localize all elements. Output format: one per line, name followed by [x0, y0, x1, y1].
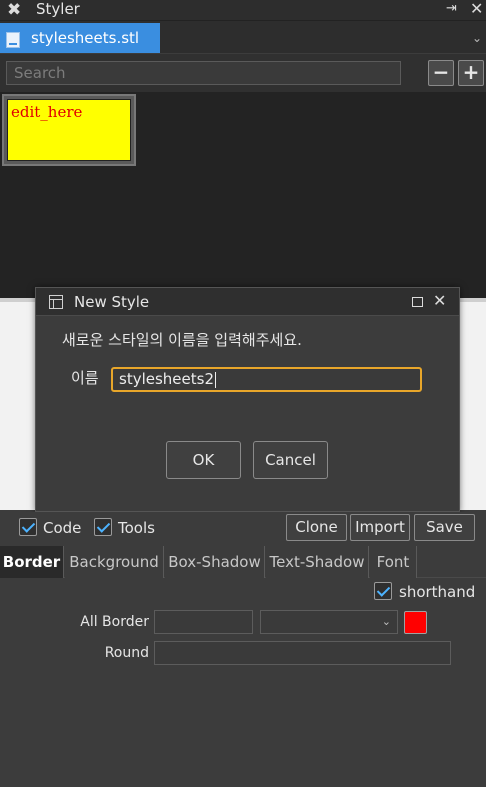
save-button[interactable]: Save — [414, 514, 475, 541]
close-icon[interactable]: ✕ — [433, 292, 449, 310]
all-border-color-swatch[interactable] — [404, 611, 427, 634]
style-grid: edit_here — [0, 92, 486, 298]
ok-button[interactable]: OK — [166, 441, 241, 479]
tab-font[interactable]: Font — [370, 546, 417, 578]
window-title: Styler — [36, 0, 80, 18]
style-item-label: edit_here — [11, 103, 83, 121]
import-button[interactable]: Import — [350, 514, 410, 541]
options-bar: Code Tools Clone Import Save — [0, 512, 486, 546]
dialog-titlebar: New Style ✕ — [36, 288, 459, 316]
new-style-dialog: New Style ✕ 새로운 스타일의 이름을 입력해주세요. 이름 styl… — [35, 287, 460, 512]
close-icon[interactable]: ✕ — [470, 0, 486, 18]
all-border-label: All Border — [80, 614, 149, 630]
window-titlebar: ✖ Styler ⇥ ✕ — [0, 0, 486, 20]
code-checkbox[interactable] — [19, 518, 37, 536]
text-caret — [215, 371, 216, 388]
file-tab-label: stylesheets.stl — [31, 29, 140, 47]
chevron-down-icon[interactable]: ⌄ — [468, 29, 486, 47]
name-label: 이름 — [71, 369, 99, 387]
stylesheet-file-icon — [6, 32, 20, 48]
dock-icon[interactable]: ⇥ — [446, 1, 462, 17]
clone-button[interactable]: Clone — [286, 514, 347, 541]
name-input-value: stylesheets2 — [119, 370, 214, 388]
tab-border[interactable]: Border — [0, 546, 64, 578]
window-icon — [49, 295, 63, 309]
round-input[interactable] — [154, 641, 451, 665]
style-item-edit-here[interactable]: edit_here — [2, 94, 136, 166]
file-tab-stylesheets[interactable]: stylesheets.stl — [0, 23, 160, 53]
tab-background[interactable]: Background — [65, 546, 164, 578]
style-preview: edit_here — [7, 99, 131, 161]
remove-style-button[interactable]: − — [428, 60, 454, 86]
tools-label: Tools — [118, 519, 155, 537]
tab-box-shadow[interactable]: Box-Shadow — [165, 546, 265, 578]
cancel-button[interactable]: Cancel — [253, 441, 328, 479]
search-row: − + — [0, 54, 486, 92]
name-input[interactable]: stylesheets2 — [111, 367, 422, 392]
shorthand-label: shorthand — [399, 583, 476, 601]
property-tabs: Border Background Box-Shadow Text-Shadow… — [0, 546, 486, 578]
border-properties-panel: shorthand All Border ⌄ Round — [0, 578, 486, 787]
tools-icon: ✖ — [7, 0, 22, 20]
all-border-width-input[interactable] — [154, 610, 253, 634]
round-label: Round — [104, 645, 149, 661]
all-border-style-select[interactable]: ⌄ — [260, 610, 398, 634]
tab-text-shadow[interactable]: Text-Shadow — [266, 546, 369, 578]
add-style-button[interactable]: + — [458, 60, 484, 86]
shorthand-checkbox[interactable] — [374, 582, 392, 600]
maximize-icon[interactable] — [412, 297, 423, 307]
code-label: Code — [43, 519, 82, 537]
tools-checkbox[interactable] — [94, 518, 112, 536]
search-input[interactable] — [6, 61, 401, 85]
dialog-title: New Style — [74, 293, 150, 311]
dialog-prompt: 새로운 스타일의 이름을 입력해주세요. — [62, 331, 302, 349]
file-tab-strip: stylesheets.stl ⌄ — [0, 20, 486, 53]
chevron-down-icon: ⌄ — [381, 615, 391, 628]
